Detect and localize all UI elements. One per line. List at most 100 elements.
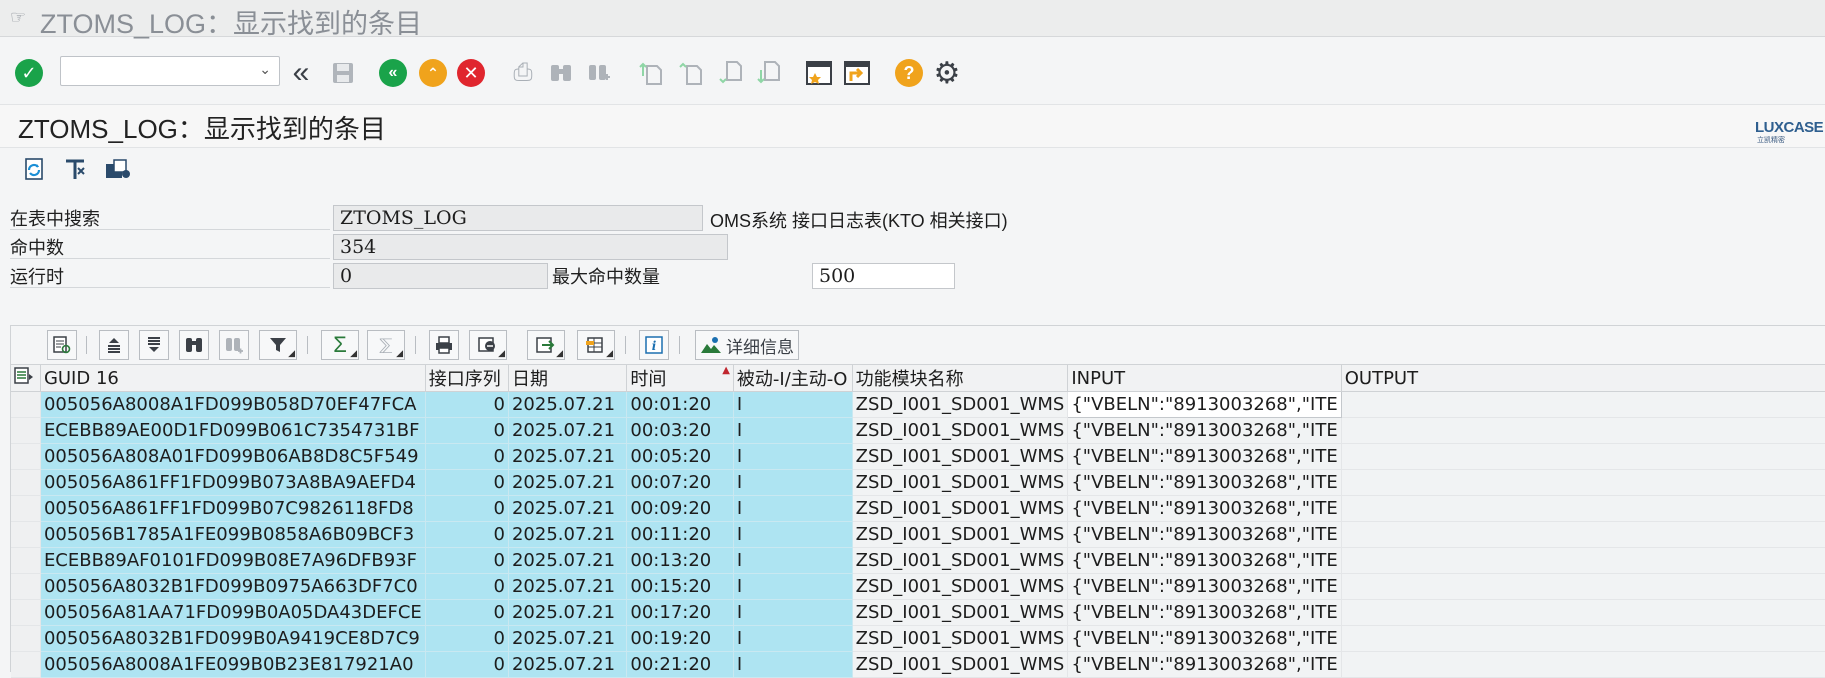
cell-seq[interactable]: 0 (425, 521, 509, 548)
find-icon[interactable] (179, 330, 209, 360)
cell-input[interactable]: {"VBELN":"8913003268","ITE (1067, 495, 1342, 522)
cell-date[interactable]: 2025.07.21 (508, 495, 628, 522)
layout-icon[interactable]: ◢ (577, 330, 615, 360)
cell-seq[interactable]: 0 (425, 391, 509, 418)
cell-output[interactable] (1341, 495, 1825, 522)
cell-time[interactable]: 00:15:20 (626, 573, 734, 600)
row-selector[interactable] (11, 469, 41, 496)
table-row[interactable]: 005056A8032B1FD099B0A9419CE8D7C9 0 2025.07… (11, 625, 1825, 652)
sort-ascending-icon[interactable] (99, 330, 129, 360)
cell-time[interactable]: 00:05:20 (626, 443, 734, 470)
filter-icon[interactable]: ◢ (259, 330, 297, 360)
cell-guid[interactable]: 005056A861FF1FD099B073A8BA9AEFD4 (40, 469, 426, 496)
cell-guid[interactable]: 005056A808A01FD099B06AB8D8C5F549 (40, 443, 426, 470)
column-selector-icon[interactable] (11, 365, 41, 392)
cell-direction[interactable]: I (733, 521, 853, 548)
chevron-down-icon[interactable]: ⌄ (259, 61, 271, 78)
cell-date[interactable]: 2025.07.21 (508, 417, 628, 444)
cell-date[interactable]: 2025.07.21 (508, 521, 628, 548)
cell-direction[interactable]: I (733, 599, 853, 626)
cell-guid[interactable]: 005056A861FF1FD099B07C9826118FD8 (40, 495, 426, 522)
cell-input[interactable]: {"VBELN":"8913003268","ITE (1067, 521, 1342, 548)
cell-seq[interactable]: 0 (425, 469, 509, 496)
column-header-date[interactable]: 日期 (508, 365, 628, 392)
cell-time[interactable]: 00:21:20 (626, 651, 734, 678)
next-page-icon[interactable] (716, 58, 746, 88)
column-header-seq[interactable]: 接口序列 (425, 365, 509, 392)
table-row[interactable]: 005056A861FF1FD099B07C9826118FD8 0 2025.07… (11, 495, 1825, 522)
export-icon[interactable]: ◢ (527, 330, 565, 360)
row-selector[interactable] (11, 625, 41, 652)
cell-time[interactable]: 00:17:20 (626, 599, 734, 626)
refresh-icon[interactable] (18, 154, 50, 186)
cell-output[interactable] (1341, 599, 1825, 626)
row-selector[interactable] (11, 573, 41, 600)
table-row[interactable]: ECEBB89AF0101FD099B08E7A96DFB93F 0 2025.07… (11, 547, 1825, 574)
cell-date[interactable]: 2025.07.21 (508, 599, 628, 626)
cell-date[interactable]: 2025.07.21 (508, 443, 628, 470)
cell-direction[interactable]: I (733, 495, 853, 522)
cell-direction[interactable]: I (733, 391, 853, 418)
cell-time[interactable]: 00:19:20 (626, 625, 734, 652)
cell-date[interactable]: 2025.07.21 (508, 391, 628, 418)
row-selector[interactable] (11, 443, 41, 470)
exit-up-icon[interactable]: ⌃ (418, 58, 448, 88)
row-selector[interactable] (11, 651, 41, 678)
table-row[interactable]: 005056A808A01FD099B06AB8D8C5F549 0 2025.07… (11, 443, 1825, 470)
cell-seq[interactable]: 0 (425, 573, 509, 600)
cell-function-module[interactable]: ZSD_I001_SD001_WMS (852, 651, 1069, 678)
print-icon[interactable]: ⎙ (508, 58, 538, 88)
column-header-function-module[interactable]: 功能模块名称 (852, 365, 1069, 392)
find-next-icon[interactable] (584, 58, 614, 88)
row-selector[interactable] (11, 417, 41, 444)
cell-guid[interactable]: 005056A81AA71FD099B0A05DA43DEFCE (40, 599, 426, 626)
command-field[interactable]: ⌄ (60, 56, 280, 86)
column-header-guid[interactable]: GUID 16 (40, 365, 426, 392)
cell-guid[interactable]: ECEBB89AF0101FD099B08E7A96DFB93F (40, 547, 426, 574)
cell-seq[interactable]: 0 (425, 495, 509, 522)
cancel-red-icon[interactable]: ✕ (456, 58, 486, 88)
cell-direction[interactable]: I (733, 469, 853, 496)
cell-seq[interactable]: 0 (425, 599, 509, 626)
cell-time[interactable]: 00:13:20 (626, 547, 734, 574)
cell-input[interactable]: {"VBELN":"8913003268","ITE (1067, 443, 1342, 470)
cell-time[interactable]: 00:07:20 (626, 469, 734, 496)
save-disk-icon[interactable] (328, 58, 358, 88)
cell-function-module[interactable]: ZSD_I001_SD001_WMS (852, 521, 1069, 548)
cell-seq[interactable]: 0 (425, 651, 509, 678)
previous-page-icon[interactable] (676, 58, 706, 88)
max-hits-input[interactable]: 500 (812, 263, 955, 289)
cell-input[interactable]: {"VBELN":"8913003268","ITE (1067, 417, 1342, 444)
table-contents-icon[interactable] (102, 154, 134, 186)
table-row[interactable]: 005056A81AA71FD099B0A05DA43DEFCE 0 2025.07… (11, 599, 1825, 626)
row-selector[interactable] (11, 547, 41, 574)
cell-direction[interactable]: I (733, 625, 853, 652)
cell-date[interactable]: 2025.07.21 (508, 573, 628, 600)
cell-function-module[interactable]: ZSD_I001_SD001_WMS (852, 599, 1069, 626)
table-row[interactable]: ECEBB89AE00D1FD099B061C7354731BF 0 2025.07… (11, 417, 1825, 444)
info-icon[interactable]: i (639, 330, 669, 360)
cell-guid[interactable]: 005056A8032B1FD099B0975A663DF7C0 (40, 573, 426, 600)
cell-output[interactable] (1341, 469, 1825, 496)
row-selector[interactable] (11, 391, 41, 418)
create-session-icon[interactable] (804, 58, 834, 88)
cell-function-module[interactable]: ZSD_I001_SD001_WMS (852, 417, 1069, 444)
cell-input[interactable]: {"VBELN":"8913003268","ITE (1067, 391, 1342, 418)
cell-input[interactable]: {"VBELN":"8913003268","ITE (1067, 651, 1342, 678)
cell-function-module[interactable]: ZSD_I001_SD001_WMS (852, 495, 1069, 522)
cell-output[interactable] (1341, 573, 1825, 600)
column-header-time[interactable]: 时间 ▲ (626, 365, 734, 392)
last-page-icon[interactable] (754, 58, 784, 88)
help-icon[interactable]: ? (894, 58, 924, 88)
table-row[interactable]: 005056A8008A1FD099B058D70EF47FCA 0 2025.07… (11, 391, 1825, 418)
cell-input[interactable]: {"VBELN":"8913003268","ITE (1067, 573, 1342, 600)
cell-guid[interactable]: ECEBB89AE00D1FD099B061C7354731BF (40, 417, 426, 444)
cell-guid[interactable]: 005056A8008A1FD099B058D70EF47FCA (40, 391, 426, 418)
cell-seq[interactable]: 0 (425, 547, 509, 574)
cell-function-module[interactable]: ZSD_I001_SD001_WMS (852, 391, 1069, 418)
generate-shortcut-icon[interactable] (842, 58, 872, 88)
cell-date[interactable]: 2025.07.21 (508, 547, 628, 574)
details-button[interactable]: 详细信息 (695, 330, 799, 360)
cell-function-module[interactable]: ZSD_I001_SD001_WMS (852, 547, 1069, 574)
print-icon[interactable] (429, 330, 459, 360)
